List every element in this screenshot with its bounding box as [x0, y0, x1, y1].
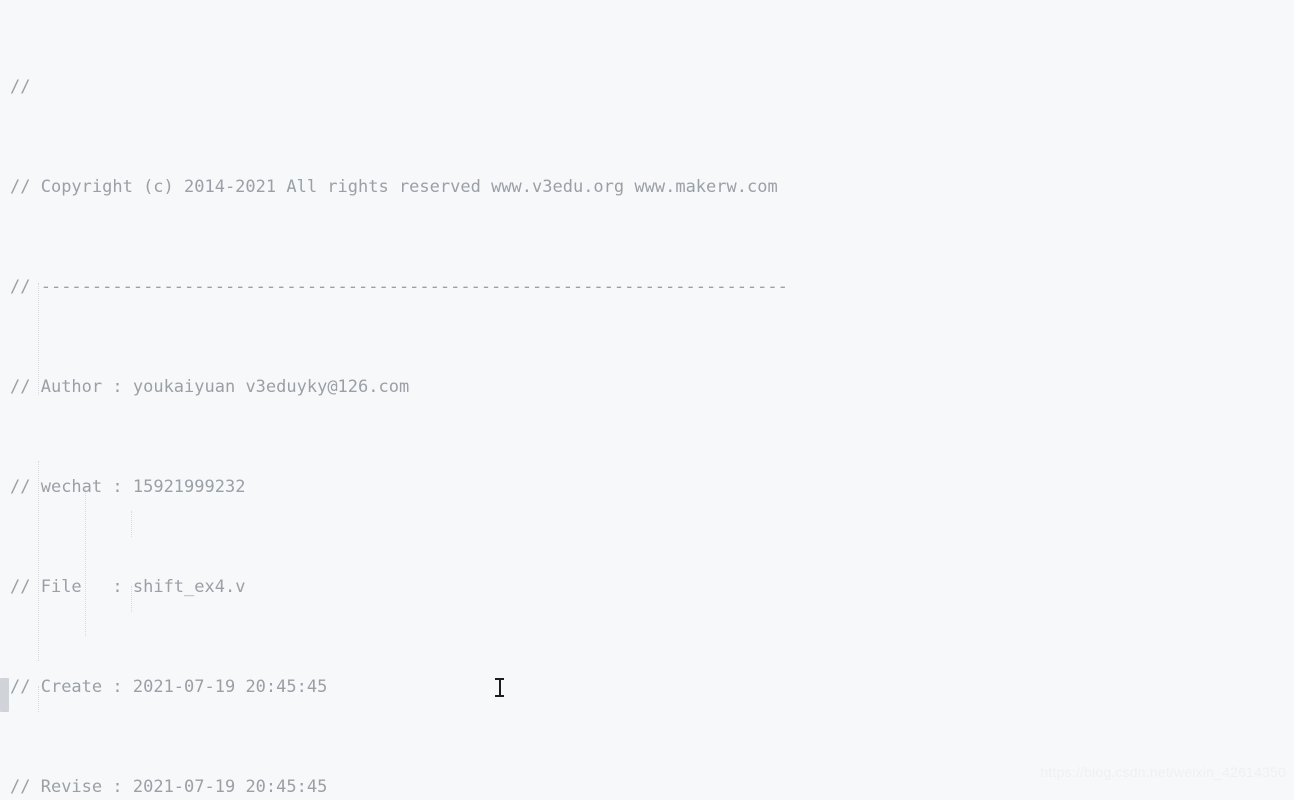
code-content[interactable]: // // Copyright (c) 2014-2021 All rights… — [0, 0, 1294, 800]
code-line[interactable]: // Create : 2021-07-19 20:45:45 — [0, 675, 1294, 700]
comment-rule: // -------------------------------------… — [10, 277, 788, 297]
code-line[interactable]: // Author : youkaiyuan v3eduyky@126.com — [0, 375, 1294, 400]
code-line[interactable]: // Copyright (c) 2014-2021 All rights re… — [0, 175, 1294, 200]
comment-token: // Revise : 2021-07-19 20:45:45 — [10, 777, 328, 797]
comment-token: // — [10, 77, 31, 97]
comment-token: // Author : youkaiyuan v3eduyky@126.com — [10, 377, 410, 397]
code-line[interactable]: // wechat : 15921999232 — [0, 475, 1294, 500]
code-line[interactable]: // -------------------------------------… — [0, 275, 1294, 300]
watermark: https://blog.csdn.net/weixin_42614350 — [1040, 764, 1286, 780]
comment-token: // Create : 2021-07-19 20:45:45 — [10, 677, 328, 697]
comment-token: // wechat : 15921999232 — [10, 477, 246, 497]
comment-token: // Copyright (c) 2014-2021 All rights re… — [10, 177, 778, 197]
code-line[interactable]: // — [0, 75, 1294, 100]
comment-token: // File : shift_ex4.v — [10, 577, 246, 597]
code-editor[interactable]: // // Copyright (c) 2014-2021 All rights… — [0, 0, 1294, 800]
code-line[interactable]: // File : shift_ex4.v — [0, 575, 1294, 600]
